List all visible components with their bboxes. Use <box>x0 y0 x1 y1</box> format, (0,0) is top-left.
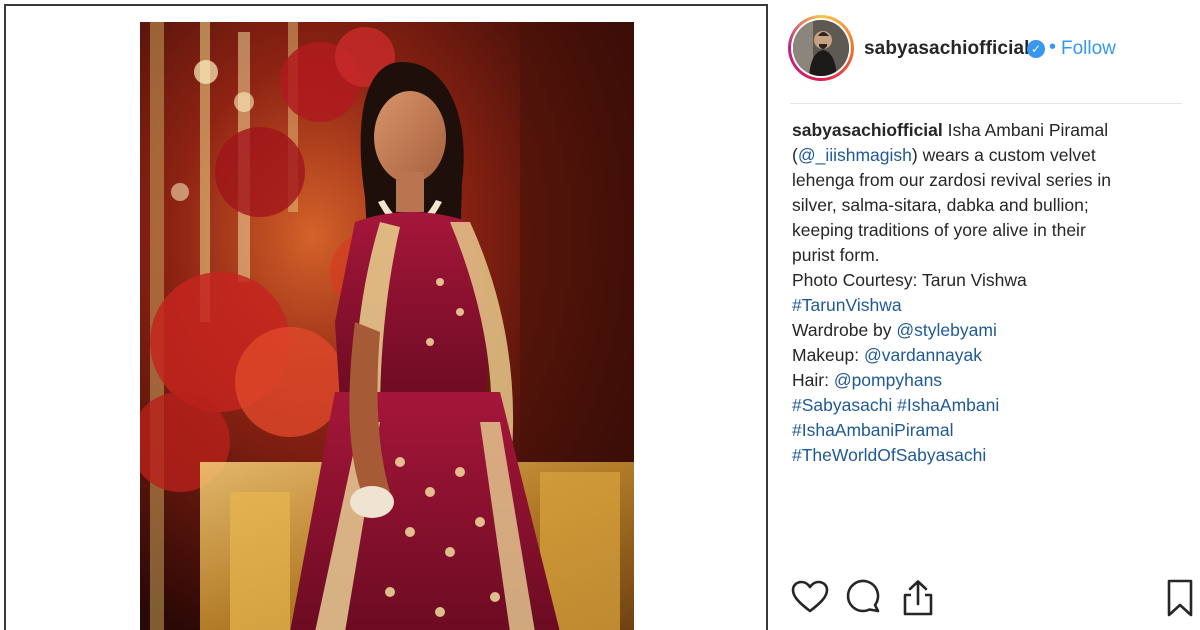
header-divider <box>790 103 1182 104</box>
caption-line: Wardrobe by @stylebyami <box>792 318 1172 343</box>
comment-button[interactable] <box>844 578 884 622</box>
mention-link[interactable]: @stylebyami <box>896 320 996 340</box>
caption-line: #Sabyasachi #IshaAmbani <box>792 393 1172 418</box>
action-bar <box>770 578 1200 626</box>
hashtag-link[interactable]: #IshaAmbani <box>897 395 999 415</box>
caption-line: #TarunVishwa <box>792 293 1172 318</box>
caption-text: silver, salma-sitara, dabka and bullion; <box>792 195 1089 215</box>
caption-text: Isha Ambani Piramal <box>942 120 1109 140</box>
caption-text: purist form. <box>792 245 880 265</box>
hashtag-link[interactable]: #TheWorldOfSabyasachi <box>792 445 986 465</box>
caption-text: lehenga from our zardosi revival series … <box>792 170 1112 190</box>
caption-text: Hair: <box>792 370 834 390</box>
caption-text: Photo Courtesy: Tarun Vishwa <box>792 270 1027 290</box>
separator-dot: • <box>1049 36 1057 58</box>
bookmark-icon <box>1167 579 1193 617</box>
avatar[interactable] <box>791 18 851 78</box>
instagram-post: sabyasachiofficial ✓ • Follow sabyasachi… <box>0 0 1200 630</box>
story-ring[interactable] <box>788 15 854 81</box>
share-icon <box>903 580 933 616</box>
caption-line: #IshaAmbaniPiramal <box>792 418 1172 443</box>
author-username[interactable]: sabyasachiofficial <box>864 38 1030 60</box>
mention-link[interactable]: @pompyhans <box>834 370 942 390</box>
verified-badge-icon: ✓ <box>1027 40 1045 58</box>
mention-link[interactable]: @_iiishmagish <box>798 145 912 165</box>
share-button[interactable] <box>898 578 938 622</box>
comment-icon <box>846 579 880 613</box>
avatar-image <box>793 20 849 76</box>
hashtag-link[interactable]: #TarunVishwa <box>792 295 902 315</box>
caption-text: Makeup: <box>792 345 864 365</box>
caption-text: ) wears a custom velvet <box>911 145 1096 165</box>
like-button[interactable] <box>790 578 830 622</box>
hashtag-link[interactable]: #IshaAmbaniPiramal <box>792 420 953 440</box>
follow-button[interactable]: Follow <box>1061 38 1116 60</box>
caption-text: Wardrobe by <box>792 320 897 340</box>
heart-icon <box>791 580 829 613</box>
caption-line: (@_iiishmagish) wears a custom velvet <box>792 143 1172 168</box>
caption-line: #TheWorldOfSabyasachi <box>792 443 1172 468</box>
hashtag-link[interactable]: #Sabyasachi <box>792 395 892 415</box>
caption-line: Hair: @pompyhans <box>792 368 1172 393</box>
caption-line: Makeup: @vardannayak <box>792 343 1172 368</box>
media-pane <box>4 4 768 630</box>
post-caption: sabyasachiofficial Isha Ambani Piramal (… <box>792 118 1172 468</box>
caption-username[interactable]: sabyasachiofficial <box>792 120 943 140</box>
mention-link[interactable]: @vardannayak <box>864 345 982 365</box>
save-button[interactable] <box>1162 578 1200 622</box>
post-header: sabyasachiofficial ✓ • Follow <box>770 0 1200 100</box>
post-sidebar: sabyasachiofficial ✓ • Follow sabyasachi… <box>770 0 1200 630</box>
caption-line: sabyasachiofficial Isha Ambani Piramal <box>792 118 1172 143</box>
caption-text: keeping traditions of yore alive in thei… <box>792 220 1086 240</box>
post-photo[interactable] <box>140 22 634 630</box>
